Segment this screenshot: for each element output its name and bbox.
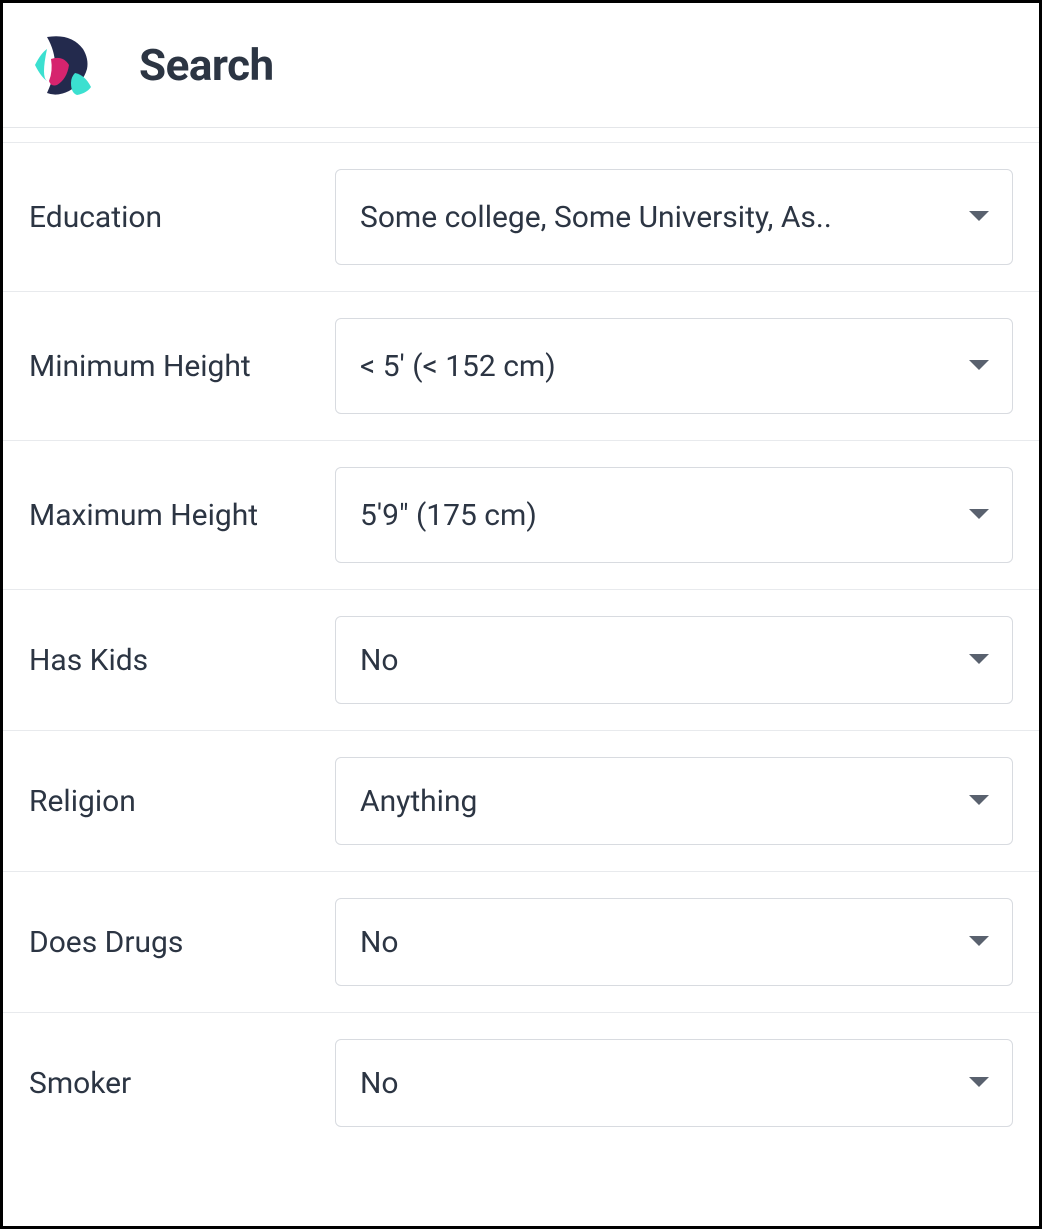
select-smoker[interactable]: No (335, 1039, 1013, 1127)
filter-row-does-drugs: Does Drugs No (3, 872, 1039, 1013)
filter-label-min-height: Minimum Height (29, 349, 335, 384)
select-min-height[interactable]: < 5' (< 152 cm) (335, 318, 1013, 414)
filter-row-max-height: Maximum Height 5'9" (175 cm) (3, 441, 1039, 590)
chevron-down-icon (968, 210, 990, 224)
filter-row-education: Education Some college, Some University,… (3, 143, 1039, 292)
filter-label-has-kids: Has Kids (29, 643, 335, 678)
filter-row-has-kids: Has Kids No (3, 590, 1039, 731)
select-max-height[interactable]: 5'9" (175 cm) (335, 467, 1013, 563)
filter-row-smoker: Smoker No (3, 1013, 1039, 1153)
chevron-down-icon (968, 653, 990, 667)
filter-label-smoker: Smoker (29, 1066, 335, 1101)
page-title: Search (139, 39, 274, 91)
chevron-down-icon (968, 1076, 990, 1090)
fish-logo-icon (27, 29, 99, 101)
select-has-kids[interactable]: No (335, 616, 1013, 704)
chevron-down-icon (968, 935, 990, 949)
select-value-does-drugs: No (360, 925, 399, 960)
select-religion[interactable]: Anything (335, 757, 1013, 845)
chevron-down-icon (968, 794, 990, 808)
select-value-education: Some college, Some University, As.. (360, 200, 832, 235)
filter-label-does-drugs: Does Drugs (29, 925, 335, 960)
select-value-smoker: No (360, 1066, 399, 1101)
select-value-religion: Anything (360, 784, 477, 819)
filter-label-religion: Religion (29, 784, 335, 819)
filters-panel: Education Some college, Some University,… (3, 142, 1039, 1153)
filter-label-max-height: Maximum Height (29, 498, 335, 533)
chevron-down-icon (968, 359, 990, 373)
select-value-min-height: < 5' (< 152 cm) (360, 349, 556, 384)
select-does-drugs[interactable]: No (335, 898, 1013, 986)
select-value-has-kids: No (360, 643, 399, 678)
filter-row-religion: Religion Anything (3, 731, 1039, 872)
select-education[interactable]: Some college, Some University, As.. (335, 169, 1013, 265)
filter-row-min-height: Minimum Height < 5' (< 152 cm) (3, 292, 1039, 441)
select-value-max-height: 5'9" (175 cm) (360, 498, 537, 533)
header: Search (3, 3, 1039, 128)
chevron-down-icon (968, 508, 990, 522)
filter-label-education: Education (29, 200, 335, 235)
